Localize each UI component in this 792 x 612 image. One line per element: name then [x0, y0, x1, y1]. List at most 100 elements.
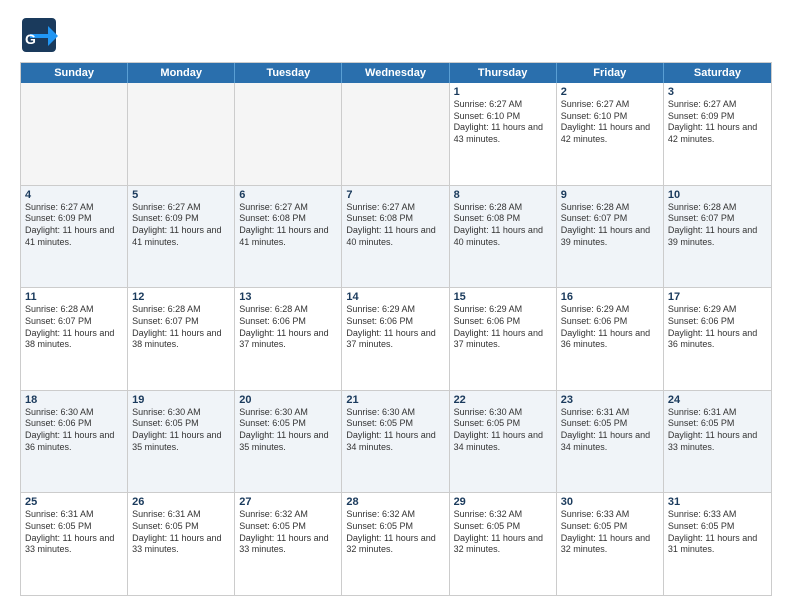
calendar-cell [342, 83, 449, 185]
day-of-week-header: Wednesday [342, 63, 449, 83]
cell-info: Sunrise: 6:28 AMSunset: 6:07 PMDaylight:… [561, 202, 659, 249]
day-number: 9 [561, 189, 659, 201]
cell-info: Sunrise: 6:28 AMSunset: 6:07 PMDaylight:… [25, 304, 123, 351]
calendar-cell: 25 Sunrise: 6:31 AMSunset: 6:05 PMDaylig… [21, 493, 128, 595]
day-number: 22 [454, 394, 552, 406]
cell-info: Sunrise: 6:27 AMSunset: 6:09 PMDaylight:… [25, 202, 123, 249]
calendar-cell: 21 Sunrise: 6:30 AMSunset: 6:05 PMDaylig… [342, 391, 449, 493]
cell-info: Sunrise: 6:30 AMSunset: 6:05 PMDaylight:… [454, 407, 552, 454]
cell-info: Sunrise: 6:30 AMSunset: 6:05 PMDaylight:… [346, 407, 444, 454]
day-number: 3 [668, 86, 767, 98]
cell-info: Sunrise: 6:31 AMSunset: 6:05 PMDaylight:… [132, 509, 230, 556]
cell-info: Sunrise: 6:29 AMSunset: 6:06 PMDaylight:… [668, 304, 767, 351]
cell-info: Sunrise: 6:27 AMSunset: 6:09 PMDaylight:… [132, 202, 230, 249]
calendar-cell: 23 Sunrise: 6:31 AMSunset: 6:05 PMDaylig… [557, 391, 664, 493]
day-number: 10 [668, 189, 767, 201]
calendar-body: 1 Sunrise: 6:27 AMSunset: 6:10 PMDayligh… [21, 83, 771, 595]
calendar-cell: 4 Sunrise: 6:27 AMSunset: 6:09 PMDayligh… [21, 186, 128, 288]
day-of-week-header: Monday [128, 63, 235, 83]
calendar-cell: 10 Sunrise: 6:28 AMSunset: 6:07 PMDaylig… [664, 186, 771, 288]
calendar-cell: 30 Sunrise: 6:33 AMSunset: 6:05 PMDaylig… [557, 493, 664, 595]
cell-info: Sunrise: 6:27 AMSunset: 6:08 PMDaylight:… [239, 202, 337, 249]
day-number: 7 [346, 189, 444, 201]
calendar-week: 25 Sunrise: 6:31 AMSunset: 6:05 PMDaylig… [21, 492, 771, 595]
cell-info: Sunrise: 6:28 AMSunset: 6:06 PMDaylight:… [239, 304, 337, 351]
calendar-week: 1 Sunrise: 6:27 AMSunset: 6:10 PMDayligh… [21, 83, 771, 185]
day-number: 8 [454, 189, 552, 201]
day-number: 31 [668, 496, 767, 508]
calendar-header: SundayMondayTuesdayWednesdayThursdayFrid… [21, 63, 771, 83]
calendar-cell: 7 Sunrise: 6:27 AMSunset: 6:08 PMDayligh… [342, 186, 449, 288]
page: G SundayMondayTuesdayWednesdayThursdayFr… [0, 0, 792, 612]
day-of-week-header: Friday [557, 63, 664, 83]
calendar-cell: 31 Sunrise: 6:33 AMSunset: 6:05 PMDaylig… [664, 493, 771, 595]
calendar-cell: 13 Sunrise: 6:28 AMSunset: 6:06 PMDaylig… [235, 288, 342, 390]
calendar-cell: 27 Sunrise: 6:32 AMSunset: 6:05 PMDaylig… [235, 493, 342, 595]
cell-info: Sunrise: 6:30 AMSunset: 6:06 PMDaylight:… [25, 407, 123, 454]
day-number: 26 [132, 496, 230, 508]
day-number: 23 [561, 394, 659, 406]
calendar-week: 18 Sunrise: 6:30 AMSunset: 6:06 PMDaylig… [21, 390, 771, 493]
calendar-cell: 24 Sunrise: 6:31 AMSunset: 6:05 PMDaylig… [664, 391, 771, 493]
cell-info: Sunrise: 6:27 AMSunset: 6:09 PMDaylight:… [668, 99, 767, 146]
day-number: 21 [346, 394, 444, 406]
day-number: 17 [668, 291, 767, 303]
cell-info: Sunrise: 6:31 AMSunset: 6:05 PMDaylight:… [25, 509, 123, 556]
logo: G [20, 16, 58, 54]
svg-text:G: G [25, 31, 36, 47]
cell-info: Sunrise: 6:29 AMSunset: 6:06 PMDaylight:… [561, 304, 659, 351]
day-number: 13 [239, 291, 337, 303]
cell-info: Sunrise: 6:31 AMSunset: 6:05 PMDaylight:… [561, 407, 659, 454]
day-of-week-header: Saturday [664, 63, 771, 83]
calendar-week: 4 Sunrise: 6:27 AMSunset: 6:09 PMDayligh… [21, 185, 771, 288]
cell-info: Sunrise: 6:32 AMSunset: 6:05 PMDaylight:… [239, 509, 337, 556]
calendar-cell: 19 Sunrise: 6:30 AMSunset: 6:05 PMDaylig… [128, 391, 235, 493]
day-number: 11 [25, 291, 123, 303]
day-number: 1 [454, 86, 552, 98]
day-number: 19 [132, 394, 230, 406]
cell-info: Sunrise: 6:29 AMSunset: 6:06 PMDaylight:… [346, 304, 444, 351]
cell-info: Sunrise: 6:32 AMSunset: 6:05 PMDaylight:… [454, 509, 552, 556]
logo-icon: G [20, 16, 58, 54]
cell-info: Sunrise: 6:32 AMSunset: 6:05 PMDaylight:… [346, 509, 444, 556]
calendar: SundayMondayTuesdayWednesdayThursdayFrid… [20, 62, 772, 596]
day-of-week-header: Thursday [450, 63, 557, 83]
calendar-cell [235, 83, 342, 185]
calendar-cell: 6 Sunrise: 6:27 AMSunset: 6:08 PMDayligh… [235, 186, 342, 288]
cell-info: Sunrise: 6:28 AMSunset: 6:07 PMDaylight:… [132, 304, 230, 351]
day-number: 5 [132, 189, 230, 201]
calendar-cell: 12 Sunrise: 6:28 AMSunset: 6:07 PMDaylig… [128, 288, 235, 390]
calendar-cell: 3 Sunrise: 6:27 AMSunset: 6:09 PMDayligh… [664, 83, 771, 185]
day-of-week-header: Tuesday [235, 63, 342, 83]
calendar-cell: 26 Sunrise: 6:31 AMSunset: 6:05 PMDaylig… [128, 493, 235, 595]
calendar-cell: 11 Sunrise: 6:28 AMSunset: 6:07 PMDaylig… [21, 288, 128, 390]
calendar-cell: 5 Sunrise: 6:27 AMSunset: 6:09 PMDayligh… [128, 186, 235, 288]
day-number: 6 [239, 189, 337, 201]
day-number: 25 [25, 496, 123, 508]
cell-info: Sunrise: 6:27 AMSunset: 6:08 PMDaylight:… [346, 202, 444, 249]
day-of-week-header: Sunday [21, 63, 128, 83]
cell-info: Sunrise: 6:31 AMSunset: 6:05 PMDaylight:… [668, 407, 767, 454]
calendar-week: 11 Sunrise: 6:28 AMSunset: 6:07 PMDaylig… [21, 287, 771, 390]
day-number: 27 [239, 496, 337, 508]
cell-info: Sunrise: 6:27 AMSunset: 6:10 PMDaylight:… [454, 99, 552, 146]
calendar-cell: 16 Sunrise: 6:29 AMSunset: 6:06 PMDaylig… [557, 288, 664, 390]
calendar-cell: 17 Sunrise: 6:29 AMSunset: 6:06 PMDaylig… [664, 288, 771, 390]
day-number: 4 [25, 189, 123, 201]
day-number: 14 [346, 291, 444, 303]
calendar-cell [128, 83, 235, 185]
calendar-cell: 29 Sunrise: 6:32 AMSunset: 6:05 PMDaylig… [450, 493, 557, 595]
calendar-cell [21, 83, 128, 185]
day-number: 15 [454, 291, 552, 303]
day-number: 29 [454, 496, 552, 508]
day-number: 16 [561, 291, 659, 303]
day-number: 2 [561, 86, 659, 98]
calendar-cell: 15 Sunrise: 6:29 AMSunset: 6:06 PMDaylig… [450, 288, 557, 390]
cell-info: Sunrise: 6:28 AMSunset: 6:08 PMDaylight:… [454, 202, 552, 249]
calendar-cell: 20 Sunrise: 6:30 AMSunset: 6:05 PMDaylig… [235, 391, 342, 493]
day-number: 18 [25, 394, 123, 406]
day-number: 20 [239, 394, 337, 406]
day-number: 24 [668, 394, 767, 406]
cell-info: Sunrise: 6:33 AMSunset: 6:05 PMDaylight:… [668, 509, 767, 556]
calendar-cell: 14 Sunrise: 6:29 AMSunset: 6:06 PMDaylig… [342, 288, 449, 390]
